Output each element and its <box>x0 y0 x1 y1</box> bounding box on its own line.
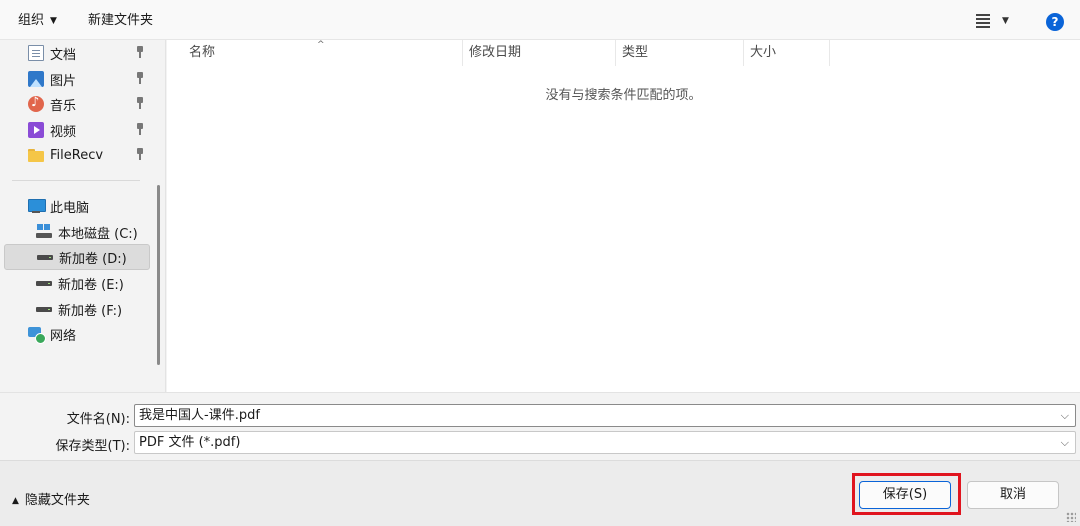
dialog-footer: ▲ 隐藏文件夹 保存(S) 取消 <box>0 460 1080 526</box>
filename-input[interactable]: 我是中国人-课件.pdf ⌵ <box>134 404 1076 427</box>
pin-icon <box>136 72 144 84</box>
nav-item-label: 网络 <box>50 328 77 344</box>
chevron-up-icon: ▲ <box>12 496 19 506</box>
drive-icon <box>36 275 52 291</box>
navigation-pane: 文档 图片 音乐 视频 FileRecv 此电脑 本地磁盘 (C:) 新加卷 (… <box>0 40 166 392</box>
folder-icon <box>28 147 44 163</box>
nav-item-label: FileRecv <box>50 147 104 163</box>
caret-down-icon: ▼ <box>1002 16 1009 26</box>
cancel-button[interactable]: 取消 <box>967 481 1059 509</box>
music-icon <box>28 95 44 112</box>
empty-message: 没有与搜索条件匹配的项。 <box>545 88 702 103</box>
pin-icon <box>136 123 144 135</box>
pictures-icon <box>28 71 44 87</box>
videos-icon <box>28 122 44 138</box>
sort-ascending-icon: ^ <box>317 40 325 50</box>
pin-icon <box>136 148 144 160</box>
hide-folders-label: 隐藏文件夹 <box>24 493 90 508</box>
view-list-icon <box>976 14 990 28</box>
file-list: 名称 ^ 修改日期 类型 大小 没有与搜索条件匹配的项。 <box>167 40 1080 392</box>
filetype-select[interactable]: PDF 文件 (*.pdf) ⌵ <box>134 431 1076 454</box>
save-button[interactable]: 保存(S) <box>859 481 951 509</box>
nav-item-network[interactable]: 网络 <box>4 321 150 347</box>
column-header-size[interactable]: 大小 <box>744 40 830 66</box>
pin-icon <box>136 97 144 109</box>
nav-item-label: 新加卷 (E:) <box>58 277 124 293</box>
toolbar: 组织 ▼ 新建文件夹 ▼ ? <box>0 0 1080 40</box>
nav-scrollbar-thumb[interactable] <box>157 185 160 365</box>
filetype-value: PDF 文件 (*.pdf) <box>139 435 241 450</box>
organize-label: 组织 <box>18 13 45 28</box>
resize-grip-icon[interactable] <box>1066 512 1076 522</box>
new-folder-button[interactable]: 新建文件夹 <box>80 8 161 34</box>
nav-item-drive-f[interactable]: 新加卷 (F:) <box>4 296 150 322</box>
nav-item-filerecv[interactable]: FileRecv <box>4 142 150 168</box>
chevron-down-icon[interactable]: ⌵ <box>1061 405 1069 426</box>
nav-divider <box>12 180 140 181</box>
nav-item-label: 新加卷 (F:) <box>58 303 123 319</box>
nav-item-documents[interactable]: 文档 <box>4 40 150 66</box>
computer-icon <box>28 198 46 214</box>
network-icon <box>28 326 46 344</box>
nav-item-label: 图片 <box>50 73 77 89</box>
chevron-down-icon[interactable]: ⌵ <box>1061 432 1069 453</box>
save-form: 文件名(N): 我是中国人-课件.pdf ⌵ 保存类型(T): PDF 文件 (… <box>0 392 1080 460</box>
pin-icon <box>136 46 144 58</box>
nav-item-videos[interactable]: 视频 <box>4 117 150 143</box>
nav-item-label: 文档 <box>50 47 77 63</box>
filename-label: 文件名(N): <box>66 412 130 427</box>
caret-down-icon: ▼ <box>50 16 57 26</box>
nav-item-music[interactable]: 音乐 <box>4 91 150 117</box>
view-options-button[interactable]: ▼ <box>976 10 1024 32</box>
column-header-date[interactable]: 修改日期 <box>463 40 616 66</box>
nav-item-label: 本地磁盘 (C:) <box>58 226 138 242</box>
nav-item-label: 音乐 <box>50 98 77 114</box>
filetype-label: 保存类型(T): <box>55 439 130 454</box>
system-drive-icon <box>36 224 52 240</box>
nav-item-this-pc[interactable]: 此电脑 <box>4 193 150 219</box>
nav-item-drive-e[interactable]: 新加卷 (E:) <box>4 270 150 296</box>
filename-value: 我是中国人-课件.pdf <box>139 408 260 423</box>
nav-item-label: 视频 <box>50 124 77 140</box>
nav-item-label: 新加卷 (D:) <box>59 251 127 267</box>
drive-icon <box>36 301 52 317</box>
hide-folders-toggle[interactable]: ▲ 隐藏文件夹 <box>12 489 90 508</box>
nav-item-drive-d[interactable]: 新加卷 (D:) <box>4 244 150 270</box>
nav-item-pictures[interactable]: 图片 <box>4 66 150 92</box>
drive-icon <box>37 249 53 265</box>
column-header-type[interactable]: 类型 <box>616 40 744 66</box>
nav-item-drive-c[interactable]: 本地磁盘 (C:) <box>4 219 150 245</box>
help-icon[interactable]: ? <box>1046 13 1064 31</box>
documents-icon <box>28 45 44 61</box>
organize-button[interactable]: 组织 ▼ <box>10 8 65 34</box>
nav-item-label: 此电脑 <box>50 200 90 216</box>
